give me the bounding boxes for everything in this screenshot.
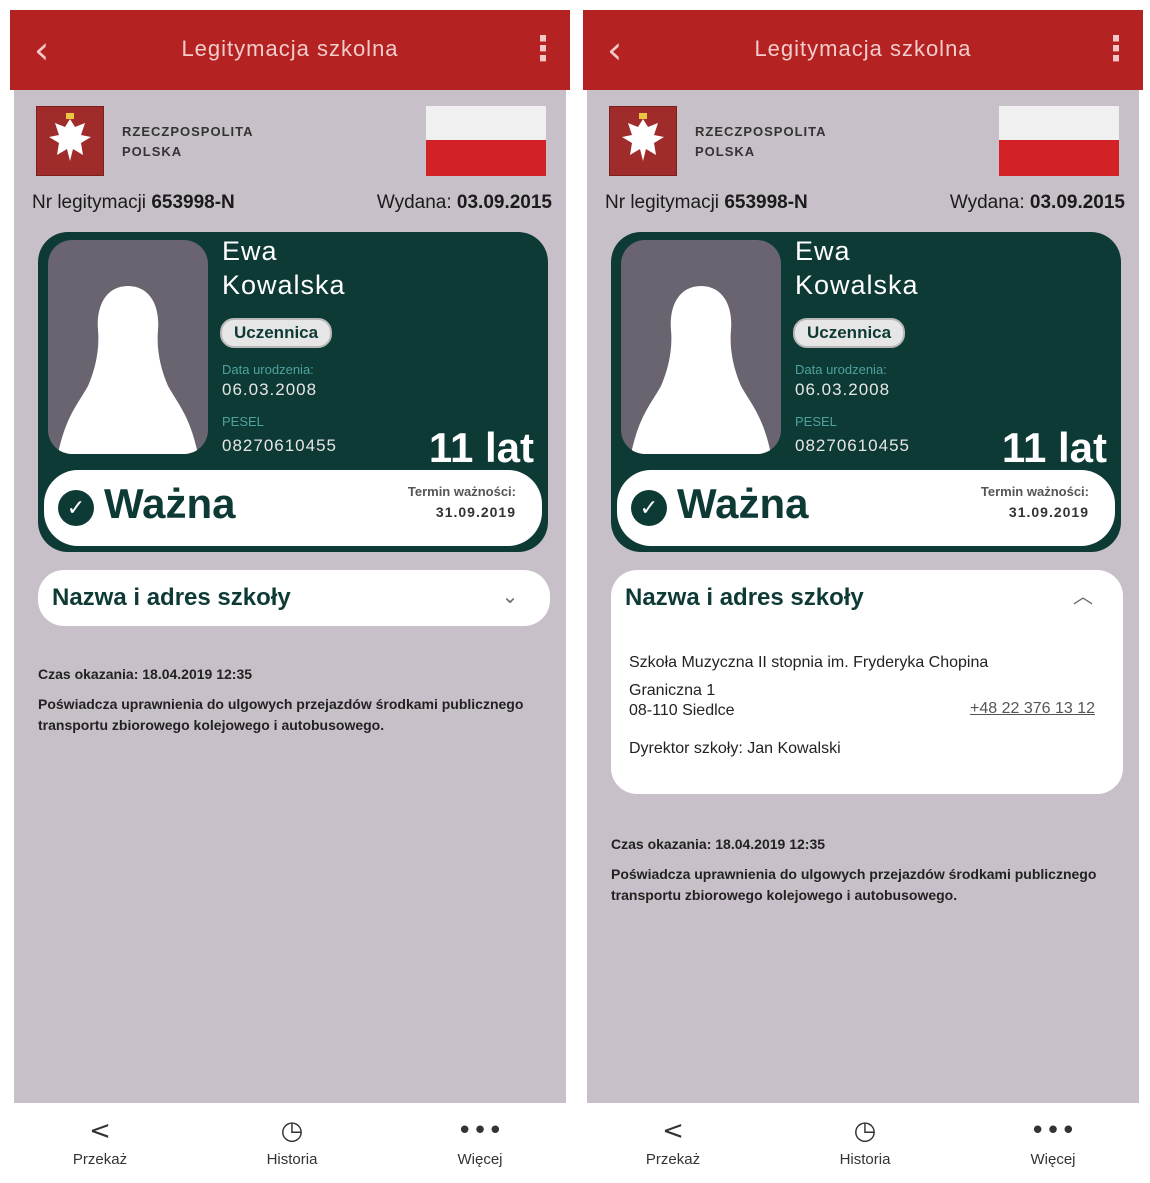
school-section[interactable]: Nazwa i adres szkoły ︿ Szkoła Muzyczna I… <box>611 570 1123 794</box>
certification-text: Poświadcza uprawnienia do ulgowych przej… <box>611 866 1097 903</box>
school-section[interactable]: Nazwa i adres szkoły ⌄ <box>38 570 550 626</box>
id-number-value: 653998-N <box>724 192 808 213</box>
nav-share[interactable]: < Przekaż <box>603 1103 743 1180</box>
content-area: RZECZPOSPOLITA POLSKA Nr legitymacji 653… <box>587 90 1139 1103</box>
content-area: RZECZPOSPOLITA POLSKA Nr legitymacji 653… <box>14 90 566 1103</box>
status-text: Ważna <box>677 480 809 527</box>
pesel-label: PESEL <box>222 414 264 429</box>
polish-flag-icon <box>426 106 546 176</box>
student-id-card: Ewa Kowalska Uczennica Data urodzenia: 0… <box>38 232 548 552</box>
school-name: Szkoła Muzyczna II stopnia im. Fryderyka… <box>629 654 989 671</box>
share-icon: < <box>89 1116 111 1146</box>
more-icon: ••• <box>1029 1116 1076 1146</box>
app-bar: ‹ Legitymacja szkolna ⋮ <box>583 10 1143 90</box>
avatar <box>621 240 781 454</box>
more-icon: ••• <box>456 1116 503 1146</box>
chevron-up-icon[interactable]: ︿ <box>1069 582 1097 610</box>
certification-text: Poświadcza uprawnienia do ulgowych przej… <box>38 696 524 733</box>
status-text: Ważna <box>104 480 236 527</box>
id-number-value: 653998-N <box>151 192 235 213</box>
chevron-down-icon[interactable]: ⌄ <box>496 582 524 610</box>
eagle-emblem-icon <box>609 106 677 176</box>
app-bar-title: Legitymacja szkolna <box>181 36 399 61</box>
back-arrow-icon[interactable]: ‹ <box>607 28 637 72</box>
id-number-row: Nr legitymacji 653998-N Wydana: 03.09.20… <box>32 192 552 222</box>
role-badge: Uczennica <box>793 318 906 348</box>
eagle-emblem-icon <box>36 106 104 176</box>
country-line-1: RZECZPOSPOLITA <box>695 124 827 139</box>
app-bar: ‹ Legitymacja szkolna ⋮ <box>10 10 570 90</box>
role-badge: Uczennica <box>220 318 333 348</box>
nav-more[interactable]: ••• Więcej <box>983 1103 1123 1180</box>
validity-label: Termin ważności: <box>980 484 1089 499</box>
shown-time: Czas okazania: 18.04.2019 12:35 <box>611 836 826 852</box>
issued-label: Wydana: <box>376 192 457 213</box>
country-line-2: POLSKA <box>695 144 756 159</box>
nav-history-label: Historia <box>839 1151 891 1168</box>
dob-value: 06.03.2008 <box>795 380 891 399</box>
school-section-header: Nazwa i adres szkoły <box>625 584 864 611</box>
dob-label: Data urodzenia: <box>222 362 314 377</box>
bottom-navigation: < Przekaż ◷ Historia ••• Więcej <box>10 1103 570 1180</box>
nav-more-label: Więcej <box>457 1151 503 1168</box>
check-icon: ✓ <box>631 490 667 526</box>
dob-value: 06.03.2008 <box>222 380 318 399</box>
nav-share[interactable]: < Przekaż <box>30 1103 170 1180</box>
check-icon: ✓ <box>58 490 94 526</box>
country-name: RZECZPOSPOLITA POLSKA <box>122 122 253 162</box>
history-icon: ◷ <box>280 1116 304 1146</box>
pesel-value: 08270610455 <box>795 436 911 455</box>
id-number-label: Nr legitymacji <box>32 192 152 213</box>
pesel-value: 08270610455 <box>222 436 338 455</box>
country-name: RZECZPOSPOLITA POLSKA <box>695 122 826 162</box>
screen-expanded: ‹ Legitymacja szkolna ⋮ RZECZPOSPOLITA P… <box>583 10 1143 1180</box>
shown-time: Czas okazania: 18.04.2019 12:35 <box>38 666 253 682</box>
age: 11 lat <box>428 424 534 471</box>
id-number-label: Nr legitymacji <box>605 192 725 213</box>
nav-history[interactable]: ◷ Historia <box>222 1103 362 1180</box>
history-icon: ◷ <box>853 1116 877 1146</box>
country-line-2: POLSKA <box>122 144 183 159</box>
dob-label: Data urodzenia: <box>795 362 887 377</box>
nav-share-label: Przekaż <box>645 1151 701 1168</box>
validity-date: 31.09.2019 <box>1008 504 1089 520</box>
overflow-menu-icon[interactable]: ⋮ <box>526 26 560 72</box>
validity-panel: ✓ Ważna Termin ważności: 31.09.2019 <box>44 470 542 546</box>
country-line-1: RZECZPOSPOLITA <box>122 124 254 139</box>
nav-more[interactable]: ••• Więcej <box>410 1103 550 1180</box>
nav-share-label: Przekaż <box>72 1151 128 1168</box>
age: 11 lat <box>1001 424 1107 471</box>
screen-collapsed: ‹ Legitymacja szkolna ⋮ RZECZPOSPOLITA P… <box>10 10 570 1180</box>
validity-date: 31.09.2019 <box>435 504 516 520</box>
nav-history-label: Historia <box>266 1151 318 1168</box>
first-name: Ewa <box>795 236 851 266</box>
nav-more-label: Więcej <box>1030 1151 1076 1168</box>
pesel-label: PESEL <box>795 414 837 429</box>
polish-flag-icon <box>999 106 1119 176</box>
issued-date: 03.09.2015 <box>1029 192 1125 213</box>
school-city: 08-110 Siedlce <box>629 702 735 719</box>
validity-panel: ✓ Ważna Termin ważności: 31.09.2019 <box>617 470 1115 546</box>
school-section-header: Nazwa i adres szkoły <box>52 584 291 611</box>
first-name: Ewa <box>222 236 278 266</box>
school-phone-link[interactable]: +48 22 376 13 12 <box>970 700 1095 718</box>
student-id-card: Ewa Kowalska Uczennica Data urodzenia: 0… <box>611 232 1121 552</box>
validity-label: Termin ważności: <box>407 484 516 499</box>
bottom-navigation: < Przekaż ◷ Historia ••• Więcej <box>583 1103 1143 1180</box>
last-name: Kowalska <box>795 270 919 300</box>
nav-history[interactable]: ◷ Historia <box>795 1103 935 1180</box>
overflow-menu-icon[interactable]: ⋮ <box>1099 26 1133 72</box>
avatar <box>48 240 208 454</box>
share-icon: < <box>662 1116 684 1146</box>
school-street: Graniczna 1 <box>629 682 716 699</box>
last-name: Kowalska <box>222 270 346 300</box>
back-arrow-icon[interactable]: ‹ <box>34 28 64 72</box>
issued-label: Wydana: <box>949 192 1030 213</box>
issued-date: 03.09.2015 <box>456 192 552 213</box>
app-bar-title: Legitymacja szkolna <box>754 36 972 61</box>
school-director: Dyrektor szkoły: Jan Kowalski <box>629 740 841 757</box>
id-number-row: Nr legitymacji 653998-N Wydana: 03.09.20… <box>605 192 1125 222</box>
